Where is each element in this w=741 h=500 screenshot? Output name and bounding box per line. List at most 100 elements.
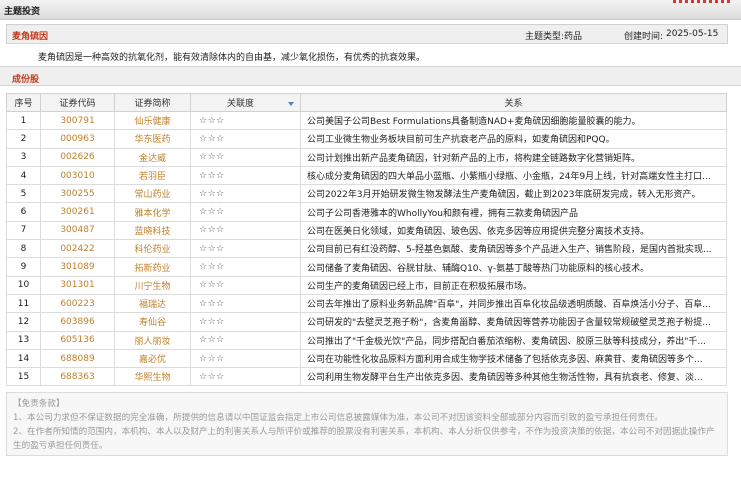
security-code-link[interactable]: 000963	[40, 129, 115, 149]
relation-text: 公司子公司香港雅本的WhollyYou和颜有裡，拥有三款麦角硫因产品	[300, 202, 727, 222]
relevance-stars: ☆☆☆	[190, 293, 301, 314]
table-row[interactable]: 3 002626 金达威 ☆☆☆ 公司计划推出新产品麦角硫因，针对新产品的上市，将构建全…	[6, 147, 727, 167]
topic-type-value: 药品	[564, 32, 583, 42]
security-name-link[interactable]: 科伦药业	[114, 239, 191, 259]
security-name-link[interactable]: 寿仙谷	[114, 312, 191, 332]
relation-text: 公司去年推出了原料业务新品牌"百阜"，并同步推出百阜化妆品级透明质酸、百阜焕活小…	[300, 293, 727, 314]
relevance-stars: ☆☆☆	[190, 239, 301, 259]
row-number: 12	[6, 312, 41, 332]
table-row[interactable]: 9 301089 拓新药业 ☆☆☆ 公司储备了麦角硫因、谷胱甘肽、辅酶Q10、γ-氨基丁…	[6, 257, 727, 277]
security-name-link[interactable]: 福瑞达	[114, 293, 191, 314]
title-bar-decoration	[673, 0, 733, 3]
relevance-stars: ☆☆☆	[190, 275, 301, 295]
table-row[interactable]: 10 301301 川宁生物 ☆☆☆ 公司生产的麦角硫因已经上市，目前正在积极拓展市场。	[6, 275, 727, 295]
components-section-header: 成份股	[0, 66, 741, 86]
security-code-link[interactable]: 301089	[40, 257, 115, 277]
security-code-link[interactable]: 300255	[40, 184, 115, 204]
table-row[interactable]: 14 688089 嘉必优 ☆☆☆ 公司在功能性化妆品原料方面利用合成生物学技术储备了包…	[6, 348, 727, 369]
table-row[interactable]: 5 300255 常山药业 ☆☆☆ 公司2022年3月开始研发微生物发酵法生产麦角硫因，…	[6, 184, 727, 204]
security-name-link[interactable]: 仙乐健康	[114, 110, 191, 131]
relation-text: 公司研发的"去壁灵芝孢子粉"，含麦角甾醇、麦角硫因等营养功能因子含量较常规破壁灵…	[300, 312, 727, 332]
relation-text: 公司利用生物发酵平台生产出依克多因、麦角硫因等多种其他生物活性物，具有抗衰老、修…	[300, 367, 727, 387]
relevance-stars: ☆☆☆	[190, 330, 301, 350]
relevance-stars: ☆☆☆	[190, 147, 301, 167]
table-row[interactable]: 7 300487 蓝晓科技 ☆☆☆ 公司在医美日化领域，如麦角硫因、玻色因、依克多因等应…	[6, 220, 727, 241]
disclaimer-box: 【免责条款】 1、本公司力求但不保证数据的完全准确，所提供的信息请以中国证监会指…	[6, 392, 728, 456]
table-row[interactable]: 12 603896 寿仙谷 ☆☆☆ 公司研发的"去壁灵芝孢子粉"，含麦角甾醇、麦角硫因等…	[6, 312, 727, 332]
security-code-link[interactable]: 605136	[40, 330, 115, 350]
relation-text: 公司目前已有红没药醇、5-羟基色氨酸、麦角硫因等多个产品进入生产、销售阶段，是国…	[300, 239, 727, 259]
security-code-link[interactable]: 600223	[40, 293, 115, 314]
security-code-link[interactable]: 300791	[40, 110, 115, 131]
window-title: 主题投资	[4, 7, 41, 17]
relation-text: 公司储备了麦角硫因、谷胱甘肽、辅酶Q10、γ-氨基丁酸等热门功能原料的核心技术。	[300, 257, 727, 277]
table-row[interactable]: 2 000963 华东医药 ☆☆☆ 公司工业微生物业务板块目前可生产抗衰老产品的原料，如…	[6, 129, 727, 149]
security-name-link[interactable]: 雅本化学	[114, 202, 191, 222]
table-row[interactable]: 1 300791 仙乐健康 ☆☆☆ 公司美国子公司Best Formulations具备…	[6, 110, 727, 131]
column-header-code[interactable]: 证券代码	[40, 93, 115, 112]
row-number: 10	[6, 275, 41, 295]
row-number: 4	[6, 165, 41, 186]
security-code-link[interactable]: 688089	[40, 348, 115, 369]
column-header-no[interactable]: 序号	[6, 93, 41, 112]
disclaimer-line-1: 1、本公司力求但不保证数据的完全准确，所提供的信息请以中国证监会指定上市公司信息…	[13, 413, 664, 423]
disclaimer-line-2: 2、在作者所知情的范围内，本机构、本人以及财产上的利害关系人与所评价或推荐的股票…	[13, 427, 715, 451]
security-code-link[interactable]: 002422	[40, 239, 115, 259]
column-header-relation[interactable]: 关系	[300, 93, 727, 112]
topic-description: 麦角硫因是一种高效的抗氧化剂，能有效清除体内的自由基，减少氧化损伤，有优秀的抗衰…	[38, 53, 426, 63]
relation-text: 公司生产的麦角硫因已经上市，目前正在积极拓展市场。	[300, 275, 727, 295]
security-name-link[interactable]: 华东医药	[114, 129, 191, 149]
relevance-stars: ☆☆☆	[190, 129, 301, 149]
table-row[interactable]: 13 605136 丽人丽妆 ☆☆☆ 公司推出了"千金极光饮"产品，同步搭配白番茄浓缩粉…	[6, 330, 727, 350]
security-name-link[interactable]: 华熙生物	[114, 367, 191, 387]
row-number: 8	[6, 239, 41, 259]
security-name-link[interactable]: 嘉必优	[114, 348, 191, 369]
relation-text: 核心成分麦角硫因的四大单品小蓝瓶、小紫瓶小绿瓶、小金瓶，24年9月上线，针对高端…	[300, 165, 727, 186]
relation-text: 公司工业微生物业务板块目前可生产抗衰老产品的原料，如麦角硫因和PQQ。	[300, 129, 727, 149]
security-code-link[interactable]: 688363	[40, 367, 115, 387]
sort-down-icon[interactable]	[288, 101, 294, 106]
table-row[interactable]: 6 300261 雅本化学 ☆☆☆ 公司子公司香港雅本的WhollyYou和颜有裡，拥有…	[6, 202, 727, 222]
column-header-name[interactable]: 证券简称	[114, 93, 191, 112]
security-code-link[interactable]: 003010	[40, 165, 115, 186]
table-row[interactable]: 8 002422 科伦药业 ☆☆☆ 公司目前已有红没药醇、5-羟基色氨酸、麦角硫因等多个…	[6, 239, 727, 259]
relevance-stars: ☆☆☆	[190, 165, 301, 186]
security-name-link[interactable]: 常山药业	[114, 184, 191, 204]
relation-text: 公司在医美日化领域，如麦角硫因、玻色因、依克多因等应用提供完整分离技术支持。	[300, 220, 727, 241]
disclaimer-heading: 【免责条款】	[13, 399, 65, 409]
window-title-bar: 主题投资	[0, 0, 741, 20]
table-row[interactable]: 15 688363 华熙生物 ☆☆☆ 公司利用生物发酵平台生产出依克多因、麦角硫因等多种…	[6, 367, 727, 387]
security-code-link[interactable]: 603896	[40, 312, 115, 332]
relation-text: 公司2022年3月开始研发微生物发酵法生产麦角硫因，截止到2023年底研发完成，…	[300, 184, 727, 204]
security-name-link[interactable]: 拓新药业	[114, 257, 191, 277]
relation-text: 公司推出了"千金极光饮"产品，同步搭配白番茄浓缩粉、麦角硫因、胶原三肽等科技成分…	[300, 330, 727, 350]
row-number: 2	[6, 129, 41, 149]
security-code-link[interactable]: 301301	[40, 275, 115, 295]
security-code-link[interactable]: 300487	[40, 220, 115, 241]
table-row[interactable]: 4 003010 若羽臣 ☆☆☆ 核心成分麦角硫因的四大单品小蓝瓶、小紫瓶小绿瓶、小金瓶…	[6, 165, 727, 186]
relevance-stars: ☆☆☆	[190, 184, 301, 204]
security-code-link[interactable]: 300261	[40, 202, 115, 222]
relevance-stars: ☆☆☆	[190, 348, 301, 369]
relevance-stars: ☆☆☆	[190, 312, 301, 332]
topic-type-label: 主题类型:	[525, 32, 565, 42]
security-name-link[interactable]: 川宁生物	[114, 275, 191, 295]
topic-name: 麦角硫因	[12, 32, 49, 42]
created-date-value: 2025-05-15	[666, 29, 719, 39]
row-number: 11	[6, 293, 41, 314]
table-header-row: 序号 证券代码 证券简称 关联度 关系	[6, 93, 727, 112]
security-name-link[interactable]: 蓝晓科技	[114, 220, 191, 241]
security-name-link[interactable]: 若羽臣	[114, 165, 191, 186]
row-number: 1	[6, 110, 41, 131]
row-number: 13	[6, 330, 41, 350]
row-number: 3	[6, 147, 41, 167]
security-name-link[interactable]: 丽人丽妆	[114, 330, 191, 350]
security-name-link[interactable]: 金达威	[114, 147, 191, 167]
column-header-relevance[interactable]: 关联度	[190, 93, 301, 112]
relevance-stars: ☆☆☆	[190, 202, 301, 222]
table-row[interactable]: 11 600223 福瑞达 ☆☆☆ 公司去年推出了原料业务新品牌"百阜"，并同步推出百阜…	[6, 293, 727, 314]
row-number: 14	[6, 348, 41, 369]
row-number: 6	[6, 202, 41, 222]
components-table: 序号 证券代码 证券简称 关联度 关系 1 300791 仙乐健康 ☆☆☆ 公司美国子公…	[6, 93, 727, 387]
security-code-link[interactable]: 002626	[40, 147, 115, 167]
